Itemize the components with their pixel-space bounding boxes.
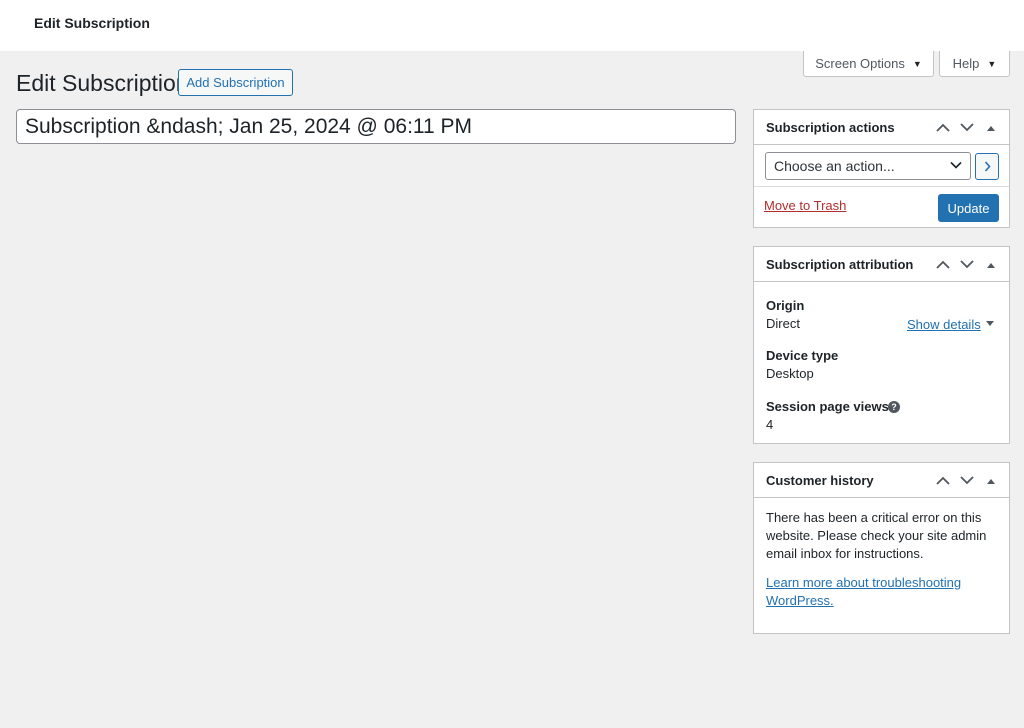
move-to-trash-link[interactable]: Move to Trash	[764, 198, 846, 213]
move-up-button[interactable]	[931, 463, 955, 498]
postbox-header: Subscription actions	[754, 110, 1009, 145]
postbox-title: Customer history	[766, 472, 874, 488]
caret-down-icon[interactable]	[985, 320, 995, 327]
device-type-value: Desktop	[766, 366, 814, 381]
handle-actions	[931, 463, 1003, 498]
subscription-actions-box: Subscription actions Choose an action...…	[753, 109, 1010, 228]
origin-value: Direct	[766, 316, 800, 331]
triangle-up-icon	[987, 125, 995, 131]
device-type-label: Device type	[766, 348, 839, 363]
topbar-title: Edit Subscription	[34, 15, 150, 31]
toggle-panel-button[interactable]	[979, 110, 1003, 145]
chevron-up-icon	[936, 123, 950, 132]
move-down-button[interactable]	[955, 463, 979, 498]
chevron-down-icon	[960, 260, 974, 269]
critical-error-message: There has been a critical error on this …	[766, 510, 987, 561]
caret-down-icon: ▼	[987, 58, 997, 69]
chevron-up-icon	[936, 476, 950, 485]
triangle-up-icon	[987, 262, 995, 268]
customer-history-box: Customer history There has been a critic…	[753, 462, 1010, 634]
help-label: Help	[952, 56, 980, 71]
action-select[interactable]: Choose an action...	[765, 152, 971, 180]
chevron-up-icon	[936, 260, 950, 269]
update-button[interactable]: Update	[938, 194, 999, 222]
handle-actions	[931, 247, 1003, 282]
chevron-right-icon	[984, 161, 991, 172]
postbox-title: Subscription actions	[766, 119, 895, 135]
toggle-panel-button[interactable]	[979, 463, 1003, 498]
postbox-header: Subscription attribution	[754, 247, 1009, 282]
session-page-views-value: 4	[766, 417, 774, 432]
move-up-button[interactable]	[931, 110, 955, 145]
move-down-button[interactable]	[955, 110, 979, 145]
origin-label: Origin	[766, 298, 805, 313]
chevron-down-icon	[960, 476, 974, 485]
top-bar: Edit Subscription	[0, 0, 1024, 51]
troubleshooting-link[interactable]: Learn more about troubleshooting WordPre…	[766, 574, 996, 610]
add-subscription-button[interactable]: Add Subscription	[178, 69, 293, 96]
page-title: Edit Subscription	[16, 70, 189, 96]
screen-options-button[interactable]: Screen Options ▼	[803, 51, 934, 77]
move-down-button[interactable]	[955, 247, 979, 282]
triangle-up-icon	[987, 478, 995, 484]
subscription-attribution-box: Subscription attribution Origin Direct S…	[753, 246, 1010, 444]
postbox-title: Subscription attribution	[766, 256, 914, 272]
apply-action-button[interactable]	[975, 153, 999, 180]
move-up-button[interactable]	[931, 247, 955, 282]
handle-actions	[931, 110, 1003, 145]
action-select-value: Choose an action...	[774, 158, 895, 174]
screen-options-label: Screen Options	[815, 56, 905, 71]
help-button[interactable]: Help ▼	[939, 51, 1010, 77]
caret-down-icon: ▼	[912, 58, 922, 69]
chevron-down-icon	[960, 123, 974, 132]
action-row: Choose an action...	[754, 145, 1009, 187]
help-icon[interactable]: ?	[888, 401, 900, 413]
toggle-panel-button[interactable]	[979, 247, 1003, 282]
title-input[interactable]: Subscription &ndash; Jan 25, 2024 @ 06:1…	[16, 109, 736, 144]
show-details-link[interactable]: Show details	[907, 317, 981, 332]
chevron-down-icon	[950, 161, 962, 169]
session-page-views-label: Session page views	[766, 399, 889, 414]
postbox-header: Customer history	[754, 463, 1009, 498]
